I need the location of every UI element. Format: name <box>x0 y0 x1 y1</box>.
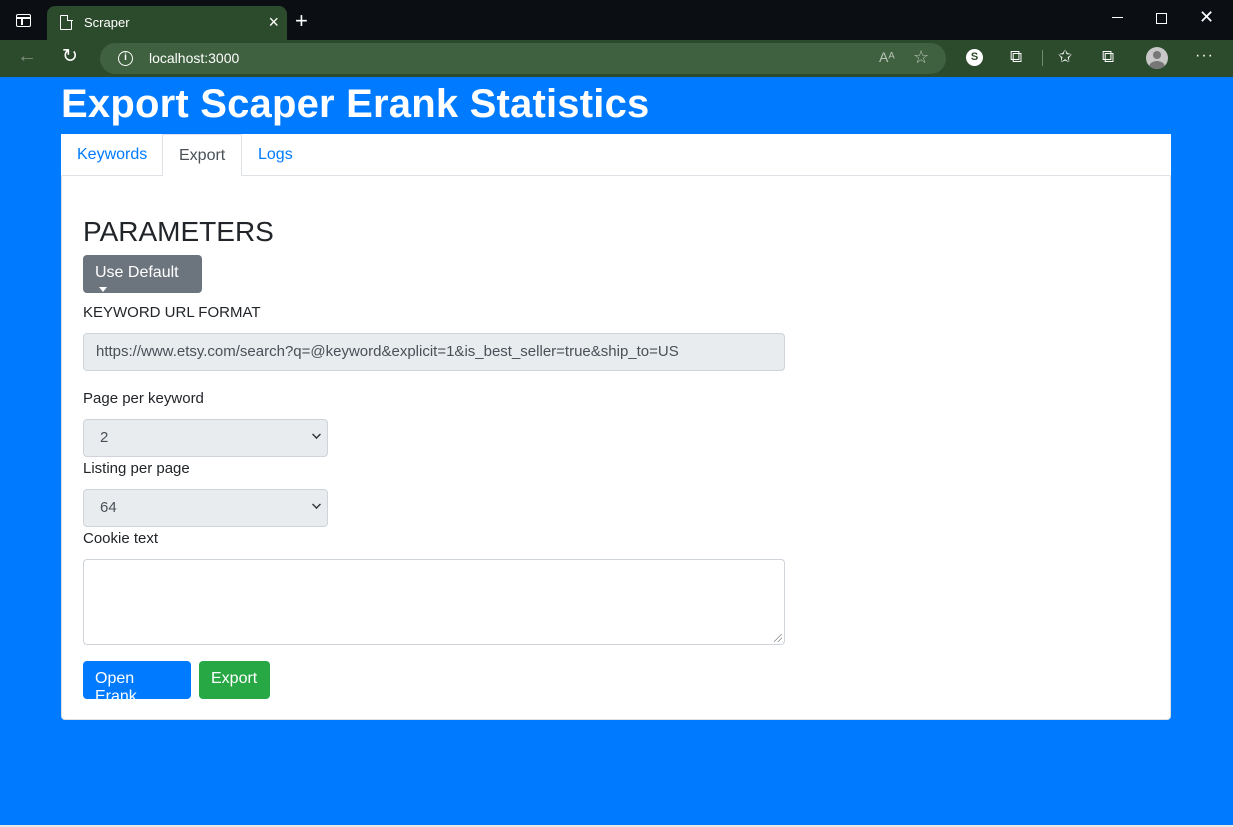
favorites-icon[interactable]: ✩ <box>1058 47 1072 67</box>
page-per-keyword-label: Page per keyword <box>83 390 204 407</box>
window-close-icon[interactable]: ✕ <box>1199 7 1214 27</box>
collections-icon[interactable]: ⧉ <box>1102 47 1114 67</box>
use-default-label: Use Default <box>95 264 179 281</box>
address-bar[interactable]: i localhost:3000 Aᴬ ☆ <box>100 43 946 74</box>
export-card: PARAMETERS Use Default KEYWORD URL FORMA… <box>61 176 1171 720</box>
tab-keywords[interactable]: Keywords <box>61 134 163 176</box>
tab-logs[interactable]: Logs <box>242 134 309 176</box>
page-per-keyword-select[interactable]: 2 <box>83 419 328 457</box>
tab-close-icon[interactable]: × <box>268 12 279 32</box>
chevron-down-icon <box>312 430 321 439</box>
back-icon[interactable]: ← <box>17 45 37 68</box>
page-icon <box>60 14 73 30</box>
page-per-keyword-value: 2 <box>100 429 109 446</box>
tab-title: Scraper <box>84 15 130 30</box>
resize-grip-icon[interactable] <box>774 634 782 642</box>
cookie-text-area[interactable] <box>83 559 785 645</box>
cookie-text-label: Cookie text <box>83 530 159 547</box>
maximize-icon[interactable] <box>1156 13 1167 24</box>
add-favorite-icon[interactable]: ☆ <box>913 47 929 68</box>
open-erank-button[interactable]: Open Erank <box>83 661 191 705</box>
browser-tab[interactable]: Scraper × <box>47 6 287 40</box>
minimize-icon[interactable] <box>1112 17 1123 18</box>
info-icon[interactable]: i <box>118 51 133 66</box>
chevron-down-icon <box>312 500 321 509</box>
export-button[interactable]: Export <box>199 661 270 699</box>
profile-avatar[interactable] <box>1146 47 1168 69</box>
use-default-dropdown-button[interactable]: Use Default <box>83 255 202 293</box>
extensions-icon[interactable]: ⧉ <box>1010 47 1022 67</box>
refresh-icon[interactable]: ↻ <box>62 45 78 68</box>
url-text[interactable]: localhost:3000 <box>149 50 239 66</box>
tab-export[interactable]: Export <box>162 134 243 177</box>
more-icon[interactable]: ··· <box>1195 46 1214 66</box>
section-title: PARAMETERS <box>83 216 274 247</box>
toolbar-divider <box>1042 50 1043 66</box>
listing-per-page-select[interactable]: 64 <box>83 489 328 527</box>
caret-down-icon <box>99 287 107 292</box>
tab-actions-icon[interactable] <box>16 14 31 27</box>
browser-titlebar: Scraper × + ✕ <box>0 0 1233 40</box>
read-aloud-icon[interactable]: Aᴬ <box>879 49 895 65</box>
keyword-url-input[interactable]: https://www.etsy.com/search?q=@keyword&e… <box>83 333 785 371</box>
browser-toolbar: ← ↻ i localhost:3000 Aᴬ ☆ S ⧉ ✩ ⧉ ··· <box>0 40 1233 77</box>
keyword-url-label: KEYWORD URL FORMAT <box>83 304 261 321</box>
listing-per-page-value: 64 <box>100 499 117 516</box>
nav-tabs: Keywords Export Logs <box>61 134 1171 177</box>
page-title: Export Scaper Erank Statistics <box>61 82 650 126</box>
new-tab-icon[interactable]: + <box>295 9 308 33</box>
listing-per-page-label: Listing per page <box>83 460 190 477</box>
extension-s-icon[interactable]: S <box>966 49 983 66</box>
page-viewport: Export Scaper Erank Statistics Keywords … <box>0 77 1233 827</box>
